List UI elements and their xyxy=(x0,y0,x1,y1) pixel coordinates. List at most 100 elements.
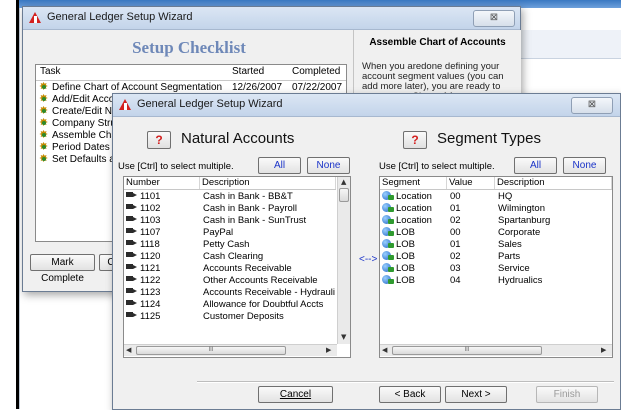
accounts-hscroll-thumb[interactable]: III xyxy=(136,346,286,355)
info-title: Assemble Chart of Accounts xyxy=(369,37,506,48)
accounts-list-header: Number Description xyxy=(124,177,336,190)
column-header-value[interactable]: Value xyxy=(447,177,495,189)
close-button[interactable]: ⊠ xyxy=(473,10,515,27)
segments-hscroll-thumb[interactable]: III xyxy=(392,346,542,355)
account-row[interactable]: 1124 Allowance for Doubtful Accts xyxy=(124,299,336,310)
segment-description: Sales xyxy=(498,239,522,250)
checklist-heading: Setup Checklist xyxy=(132,38,246,57)
close-button[interactable]: ⊠ xyxy=(571,97,613,114)
background-left-border xyxy=(16,0,19,409)
account-row[interactable]: 1103 Cash in Bank - SunTrust xyxy=(124,215,336,226)
task-name: Assemble Char xyxy=(52,130,121,141)
segment-row[interactable]: Location 01 Wilmington xyxy=(380,203,612,214)
account-number: 1120 xyxy=(140,251,161,262)
segment-name: Location xyxy=(396,215,432,226)
segment-row[interactable]: LOB 00 Corporate xyxy=(380,227,612,238)
segment-row[interactable]: LOB 04 Hydrualics xyxy=(380,275,612,286)
account-number: 1102 xyxy=(140,203,161,214)
account-number: 1125 xyxy=(140,311,161,322)
account-row[interactable]: 1122 Other Accounts Receivable xyxy=(124,275,336,286)
accounts-vertical-scrollbar[interactable]: ▲ ▼ xyxy=(337,177,350,344)
select-all-accounts-button[interactable]: All xyxy=(258,157,301,174)
scroll-left-arrow-icon[interactable]: ◀ xyxy=(126,346,131,354)
column-header-segment-description[interactable]: Description xyxy=(495,177,612,189)
account-number: 1121 xyxy=(140,263,161,274)
segment-name: Location xyxy=(396,203,432,214)
account-icon xyxy=(126,275,138,282)
account-icon xyxy=(126,191,138,198)
segment-types-title: Segment Types xyxy=(437,130,541,147)
segment-value: 02 xyxy=(450,251,461,262)
segment-description: Hydrualics xyxy=(498,275,543,286)
background-toolbar xyxy=(520,30,621,59)
scroll-down-arrow-icon[interactable]: ▼ xyxy=(341,333,346,341)
account-number: 1103 xyxy=(140,215,161,226)
account-icon xyxy=(126,311,138,318)
account-number: 1124 xyxy=(140,299,161,310)
column-header-task[interactable]: Task xyxy=(40,66,61,77)
account-number: 1107 xyxy=(140,227,161,238)
account-icon xyxy=(126,239,138,246)
scroll-right-arrow-icon[interactable]: ▶ xyxy=(601,346,606,354)
natural-accounts-title: Natural Accounts xyxy=(181,130,295,147)
segments-horizontal-scrollbar[interactable]: ◀ III ▶ xyxy=(380,344,612,356)
account-description: Cash in Bank - BB&T xyxy=(203,191,293,202)
checklist-table-header: Task Started Completed xyxy=(36,65,346,81)
select-all-segments-button[interactable]: All xyxy=(514,157,557,174)
segment-row[interactable]: LOB 03 Service xyxy=(380,263,612,274)
finish-button[interactable]: Finish xyxy=(536,386,598,403)
scroll-up-arrow-icon[interactable]: ▲ xyxy=(341,178,346,186)
account-description: Accounts Receivable xyxy=(203,263,292,274)
accounts-vscroll-thumb[interactable] xyxy=(339,188,349,202)
segment-row[interactable]: LOB 01 Sales xyxy=(380,239,612,250)
account-row[interactable]: 1102 Cash in Bank - Payroll xyxy=(124,203,336,214)
account-row[interactable]: 1125 Customer Deposits xyxy=(124,311,336,322)
scroll-right-arrow-icon[interactable]: ▶ xyxy=(326,346,331,354)
column-header-completed[interactable]: Completed xyxy=(292,66,340,77)
account-number: 1118 xyxy=(140,239,160,250)
accounts-window-title: General Ledger Setup Wizard xyxy=(137,98,283,110)
task-name: Period Dates S xyxy=(52,142,120,153)
segment-name: LOB xyxy=(396,275,416,286)
select-none-accounts-button[interactable]: None xyxy=(307,157,350,174)
next-button[interactable]: Next > xyxy=(445,386,507,403)
segment-icon xyxy=(382,191,394,201)
scroll-left-arrow-icon[interactable]: ◀ xyxy=(382,346,387,354)
back-button[interactable]: < Back xyxy=(379,386,441,403)
help-button-accounts[interactable]: ? xyxy=(147,131,171,149)
accounts-horizontal-scrollbar[interactable]: ◀ III ▶ xyxy=(124,344,337,356)
account-row[interactable]: 1120 Cash Clearing xyxy=(124,251,336,262)
segment-value: 02 xyxy=(450,215,461,226)
segment-row[interactable]: LOB 02 Parts xyxy=(380,251,612,262)
segment-description: HQ xyxy=(498,191,513,202)
segment-name: Location xyxy=(396,191,432,202)
column-header-started[interactable]: Started xyxy=(232,66,264,77)
segment-name: LOB xyxy=(396,239,416,250)
column-header-description[interactable]: Description xyxy=(200,177,336,189)
segment-name: LOB xyxy=(396,227,416,238)
account-row[interactable]: 1123 Accounts Receivable - Hydrauli xyxy=(124,287,336,298)
cancel-button[interactable]: Cancel xyxy=(258,386,333,403)
account-row[interactable]: 1107 PayPal xyxy=(124,227,336,238)
segment-description: Corporate xyxy=(498,227,541,238)
account-row[interactable]: 1118 Petty Cash xyxy=(124,239,336,250)
account-icon xyxy=(126,203,138,210)
account-number: 1122 xyxy=(140,275,161,286)
mark-complete-button[interactable]: Mark Complete xyxy=(30,254,95,284)
segment-icon xyxy=(382,275,394,285)
account-row[interactable]: 1121 Accounts Receivable xyxy=(124,263,336,274)
natural-accounts-list[interactable]: Number Description 1101 Cash in Bank - BB… xyxy=(123,176,351,358)
task-status-icon xyxy=(39,152,49,165)
segment-name: LOB xyxy=(396,251,416,262)
account-icon xyxy=(126,287,138,294)
account-row[interactable]: 1101 Cash in Bank - BB&T xyxy=(124,191,336,202)
column-header-segment[interactable]: Segment xyxy=(380,177,447,189)
select-none-segments-button[interactable]: None xyxy=(563,157,606,174)
account-description: Petty Cash xyxy=(203,239,250,250)
segment-types-list[interactable]: Segment Value Description Location 00 HQ Lo… xyxy=(379,176,613,358)
column-header-number[interactable]: Number xyxy=(124,177,200,189)
segment-row[interactable]: Location 00 HQ xyxy=(380,191,612,202)
segment-row[interactable]: Location 02 Spartanburg xyxy=(380,215,612,226)
help-button-segments[interactable]: ? xyxy=(403,131,427,149)
accounts-window-titlebar: General Ledger Setup Wizard ⊠ xyxy=(113,94,620,117)
